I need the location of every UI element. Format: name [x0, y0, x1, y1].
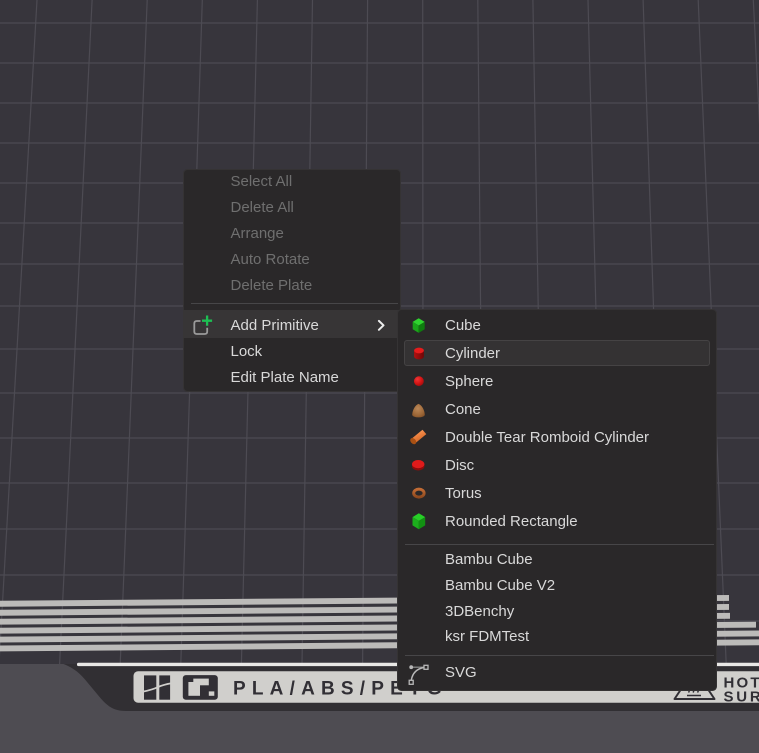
- svg-text:SUR: SUR: [724, 688, 759, 705]
